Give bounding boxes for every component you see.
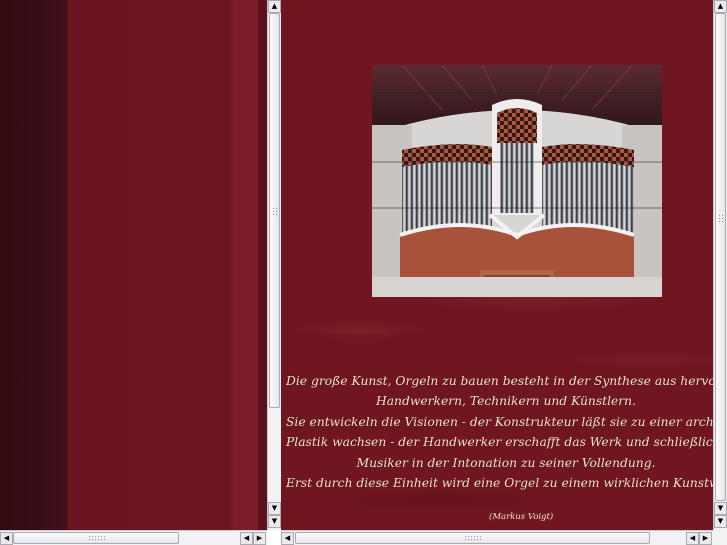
arrow-down-icon: ▼ (717, 517, 724, 525)
left-frame-edge (258, 0, 267, 530)
right-vertical-scroll-thumb[interactable] (715, 13, 726, 501)
scrollbar-corner (713, 530, 727, 545)
left-scroll-up-button[interactable]: ▲ (268, 0, 281, 13)
arrow-left-icon: ◀ (3, 534, 10, 542)
quote-author: (Markus Voigt) (489, 512, 554, 522)
right-scroll-right-button[interactable]: ▶ (699, 532, 712, 545)
arrow-up-icon: ▲ (717, 2, 724, 10)
left-scroll-right-button-a[interactable]: ◀ (240, 532, 253, 545)
right-scroll-down-button-2[interactable]: ▼ (714, 515, 727, 528)
left-scroll-down-button-2[interactable]: ▼ (268, 515, 281, 528)
right-frame: Die große Kunst, Orgeln zu bauen besteht… (281, 0, 713, 530)
right-frame-horizontal-scrollbar[interactable]: ◀ ◀ ▶ (281, 530, 713, 545)
arrow-down-icon: ▼ (717, 504, 724, 512)
quote-line-1: Die große Kunst, Orgeln zu bauen besteht… (286, 374, 713, 388)
quote-line-2: Handwerkern, Technikern und Künstlern. (375, 394, 637, 409)
quote-line-5: Musiker in der Intonation zu seiner Voll… (356, 455, 656, 470)
grip-icon (88, 535, 106, 542)
arrow-right-icon: ▶ (256, 534, 263, 542)
grip-icon (718, 214, 724, 224)
quote-line-3: Sie entwickeln die Visionen - der Konstr… (286, 414, 713, 429)
right-scroll-left-button-2[interactable]: ◀ (686, 532, 699, 545)
right-scroll-left-button[interactable]: ◀ (281, 532, 294, 545)
left-frame-highlight-stripe (233, 0, 258, 530)
left-frame (0, 0, 267, 530)
arrow-up-icon: ▲ (271, 2, 278, 10)
left-frame-horizontal-scrollbar[interactable]: ◀ ◀ ▶ (0, 530, 267, 545)
arrow-left-icon: ◀ (243, 534, 250, 542)
left-frame-dark-panel (0, 0, 67, 530)
quote-line-4: Plastik wachsen - der Handwerker erschaf… (286, 435, 713, 450)
left-horizontal-scroll-thumb[interactable] (13, 532, 179, 544)
arrow-down-icon: ▼ (271, 517, 278, 525)
grip-icon (272, 207, 278, 217)
left-scroll-right-button[interactable]: ▶ (253, 532, 266, 545)
arrow-right-icon: ▶ (702, 534, 709, 542)
left-scroll-left-button[interactable]: ◀ (0, 532, 13, 545)
grip-icon (464, 535, 482, 542)
right-scroll-up-button[interactable]: ▲ (714, 0, 727, 13)
arrow-left-icon: ◀ (284, 534, 291, 542)
arrow-left-icon: ◀ (689, 534, 696, 542)
quote-line-6: Erst durch diese Einheit wird eine Orgel… (286, 476, 713, 491)
left-frame-vertical-scrollbar[interactable]: ▲ ▼ ▼ (267, 0, 281, 530)
right-frame-vertical-scrollbar[interactable]: ▲ ▼ ▼ (713, 0, 727, 530)
left-scroll-down-button[interactable]: ▼ (268, 502, 281, 515)
left-vertical-scroll-thumb[interactable] (269, 13, 280, 408)
right-scroll-down-button[interactable]: ▼ (714, 502, 727, 515)
arrow-down-icon: ▼ (271, 504, 278, 512)
organ-photo (372, 65, 662, 297)
organ-quote: Die große Kunst, Orgeln zu bauen besteht… (286, 371, 713, 493)
right-horizontal-scroll-thumb[interactable] (295, 532, 650, 544)
